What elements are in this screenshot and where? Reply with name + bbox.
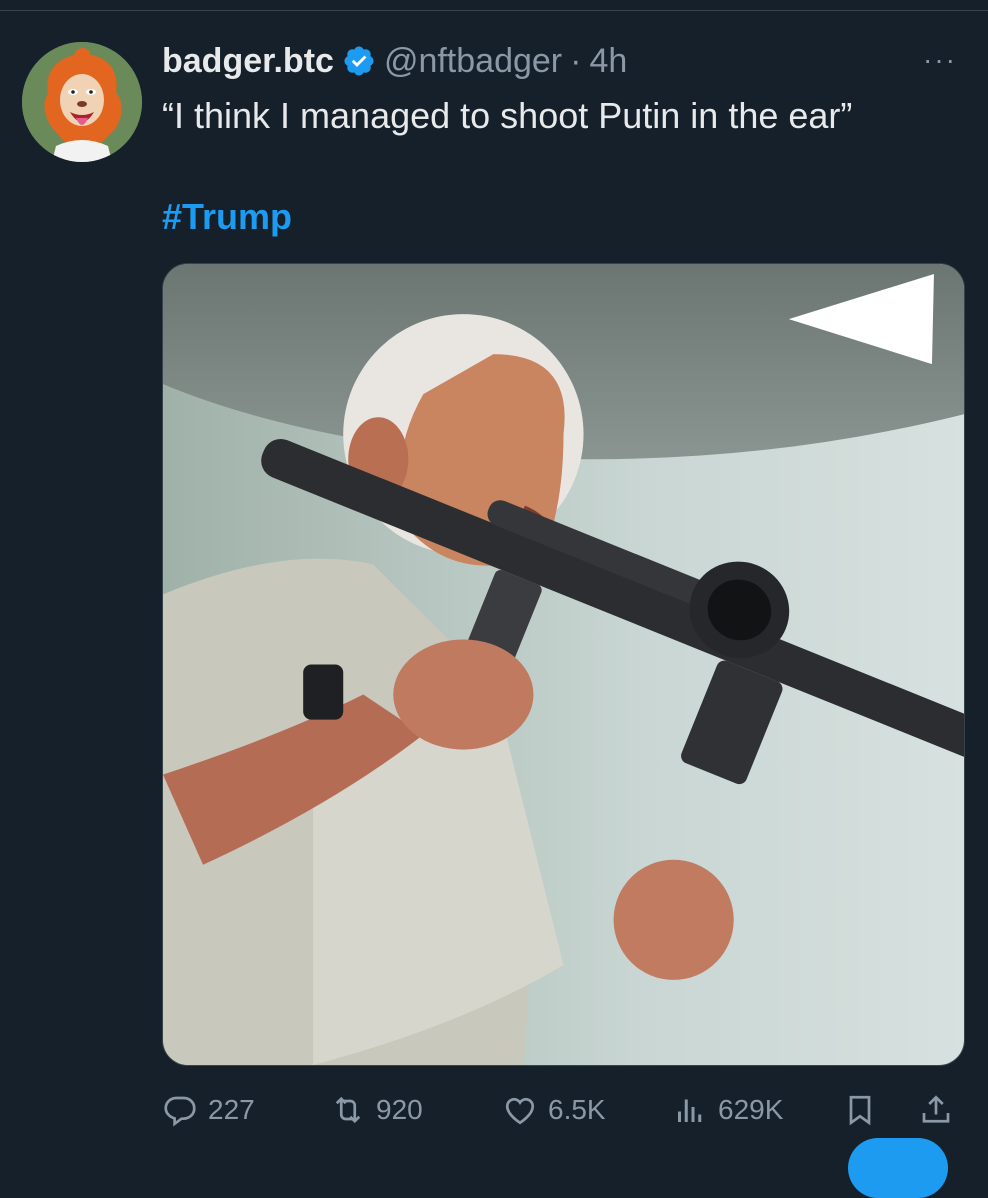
lion-avatar-image	[22, 42, 142, 162]
top-divider	[0, 10, 988, 11]
repost-icon	[335, 1096, 361, 1124]
reply-count: 227	[208, 1094, 255, 1125]
tweet-image[interactable]	[162, 263, 965, 1066]
avatar[interactable]	[22, 42, 142, 162]
hashtag-link[interactable]: #Trump	[162, 196, 292, 238]
views-icon	[678, 1099, 702, 1122]
verified-badge-icon[interactable]	[342, 44, 376, 78]
repost-button[interactable]: 920	[330, 1088, 423, 1132]
share-button[interactable]	[918, 1088, 954, 1132]
repost-count: 920	[376, 1094, 423, 1125]
timestamp[interactable]: 4h	[589, 42, 627, 81]
photo-man-with-rifle	[163, 264, 964, 1065]
separator: ·	[570, 41, 582, 80]
views-button[interactable]: 629K	[672, 1088, 783, 1132]
reply-button[interactable]: 227	[162, 1088, 255, 1132]
views-count: 629K	[718, 1094, 784, 1125]
reply-icon	[164, 1096, 196, 1127]
bookmark-icon	[849, 1095, 871, 1126]
bookmark-button[interactable]	[842, 1088, 878, 1132]
more-icon[interactable]: ···	[918, 44, 962, 76]
like-icon	[505, 1097, 535, 1125]
handle[interactable]: @nftbadger	[384, 42, 562, 81]
tweet-header: badger.btc @nftbadger · 4h	[162, 36, 627, 86]
like-button[interactable]: 6.5K	[502, 1088, 606, 1132]
display-name[interactable]: badger.btc	[162, 42, 334, 81]
compose-fab[interactable]	[848, 1138, 948, 1198]
action-bar: 227 920 6.5K 629K	[162, 1088, 972, 1132]
share-icon	[922, 1095, 950, 1123]
tweet-text: “I think I managed to shoot Putin in the…	[162, 95, 853, 136]
like-count: 6.5K	[548, 1094, 606, 1125]
